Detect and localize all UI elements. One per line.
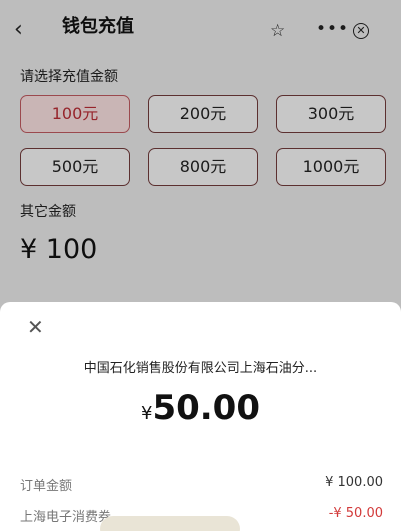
pay-amount: ¥50.00 xyxy=(0,388,401,428)
coupon-value: -¥ 50.00 xyxy=(328,506,383,521)
merchant-name: 中国石化销售股份有限公司上海石油分... xyxy=(83,361,318,376)
pay-amount-value: 50.00 xyxy=(152,388,260,428)
currency-symbol: ¥ xyxy=(141,403,153,424)
order-amount-label: 订单金额 xyxy=(20,479,73,494)
order-amount-value: ¥ 100.00 xyxy=(325,475,383,490)
close-icon[interactable]: ✕ xyxy=(27,316,44,338)
coupon-label: 上海电子消费券 xyxy=(20,510,112,525)
coupon-badge xyxy=(100,516,240,531)
